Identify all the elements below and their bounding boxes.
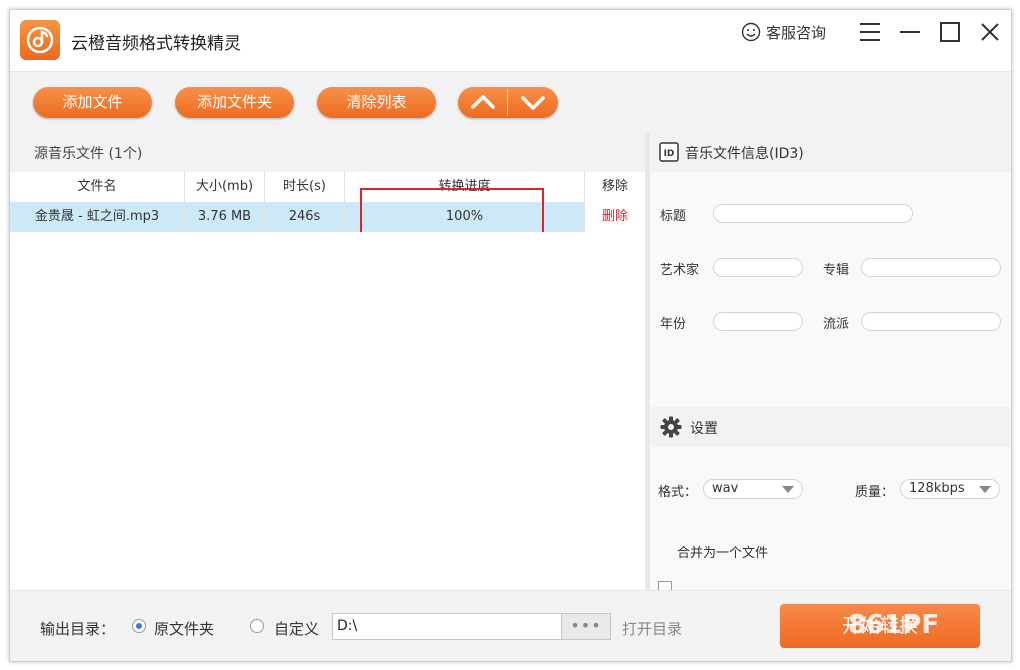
watermark: 861PF xyxy=(848,610,940,640)
column-header-duration[interactable]: 时长(s) xyxy=(265,172,345,202)
source-files-title: 源音乐文件 (1个) xyxy=(34,146,143,162)
dropdown-caret-icon xyxy=(782,486,794,493)
artist-field[interactable] xyxy=(713,258,803,277)
close-button[interactable] xyxy=(976,18,1004,46)
custom-folder-radio[interactable] xyxy=(250,619,264,633)
album-label: 专辑 xyxy=(823,263,850,278)
open-directory-link[interactable]: 打开目录 xyxy=(622,618,682,639)
app-title: 云橙音频格式转换精灵 xyxy=(71,34,241,54)
remove-link[interactable]: 删除 xyxy=(585,202,645,232)
album-field[interactable] xyxy=(861,258,1001,277)
smiley-icon xyxy=(741,22,761,42)
title-label: 标题 xyxy=(660,209,687,224)
id3-title: 音乐文件信息(ID3) xyxy=(685,146,804,162)
settings-form: 格式： wav 质量： 128kbps 合并为一个文件 xyxy=(650,447,1011,595)
column-header-size[interactable]: 大小(mb) xyxy=(185,172,265,202)
clear-list-button[interactable]: 清除列表 xyxy=(317,87,436,118)
dropdown-caret-icon xyxy=(979,486,991,493)
chevron-down-icon xyxy=(521,96,545,110)
format-label: 格式： xyxy=(658,485,698,500)
hamburger-icon xyxy=(860,23,880,41)
settings-header: 设置 xyxy=(650,407,1011,447)
quality-select[interactable]: 128kbps xyxy=(900,479,1000,499)
title-field[interactable] xyxy=(713,204,913,223)
output-path-input[interactable]: D:\ xyxy=(332,613,562,640)
original-folder-radio[interactable] xyxy=(132,619,146,633)
year-field[interactable] xyxy=(713,312,803,331)
minimize-icon xyxy=(900,31,920,33)
move-buttons xyxy=(458,87,558,118)
artist-label: 艺术家 xyxy=(660,263,700,278)
genre-label: 流派 xyxy=(823,317,850,332)
move-up-button[interactable] xyxy=(458,87,508,118)
maximize-icon xyxy=(940,22,960,42)
quality-value: 128kbps xyxy=(909,481,965,496)
add-file-button[interactable]: 添加文件 xyxy=(33,87,152,118)
id3-badge-icon: ID xyxy=(659,142,679,162)
genre-field[interactable] xyxy=(861,312,1001,331)
progress-highlight-box xyxy=(360,188,544,237)
file-list-area[interactable] xyxy=(10,232,645,590)
source-files-header: 源音乐文件 (1个) xyxy=(10,132,645,172)
custom-folder-label: 自定义 xyxy=(274,620,320,638)
duration-cell: 246s xyxy=(265,202,345,232)
table-header: 文件名 大小(mb) 时长(s) 转换进度 移除 xyxy=(10,172,645,203)
close-icon xyxy=(981,23,999,41)
app-logo xyxy=(20,20,60,60)
id3-header: ID 音乐文件信息(ID3) xyxy=(650,132,1011,172)
app-window: 云橙音频格式转换精灵 客服咨询 添加文件 添加文件夹 清除列表 源音乐文件 (1… xyxy=(9,9,1012,662)
add-folder-button[interactable]: 添加文件夹 xyxy=(175,87,294,118)
column-header-remove: 移除 xyxy=(601,179,628,194)
minimize-button[interactable] xyxy=(896,18,924,46)
id3-form: 标题 艺术家 专辑 年份 流派 xyxy=(650,172,1011,407)
original-folder-label: 原文件夹 xyxy=(154,620,215,638)
format-value: wav xyxy=(712,481,739,496)
menu-button[interactable] xyxy=(856,18,884,46)
svg-text:ID: ID xyxy=(664,149,675,159)
column-header-name[interactable]: 文件名 xyxy=(10,172,185,202)
browse-button[interactable]: ••• xyxy=(562,613,611,640)
support-label: 客服咨询 xyxy=(766,23,827,42)
move-down-button[interactable] xyxy=(508,87,558,118)
output-label: 输出目录： xyxy=(40,620,116,638)
settings-title: 设置 xyxy=(690,421,718,437)
merge-label: 合并为一个文件 xyxy=(677,546,769,561)
file-name-cell: 金贵晟 - 虹之间.mp3 xyxy=(10,202,185,232)
file-size-cell: 3.76 MB xyxy=(185,202,265,232)
toolbar: 添加文件 添加文件夹 清除列表 xyxy=(10,72,1011,132)
chevron-up-icon xyxy=(471,95,495,109)
format-select[interactable]: wav xyxy=(703,479,803,499)
support-button[interactable]: 客服咨询 xyxy=(741,21,826,43)
quality-label: 质量： xyxy=(855,485,895,500)
year-label: 年份 xyxy=(660,317,687,332)
maximize-button[interactable] xyxy=(936,18,964,46)
music-note-logo-icon xyxy=(26,26,54,54)
title-bar: 云橙音频格式转换精灵 客服咨询 xyxy=(10,10,1011,72)
table-row[interactable]: 金贵晟 - 虹之间.mp3 3.76 MB 246s 100% 删除 xyxy=(10,202,645,232)
gear-icon xyxy=(660,416,682,438)
